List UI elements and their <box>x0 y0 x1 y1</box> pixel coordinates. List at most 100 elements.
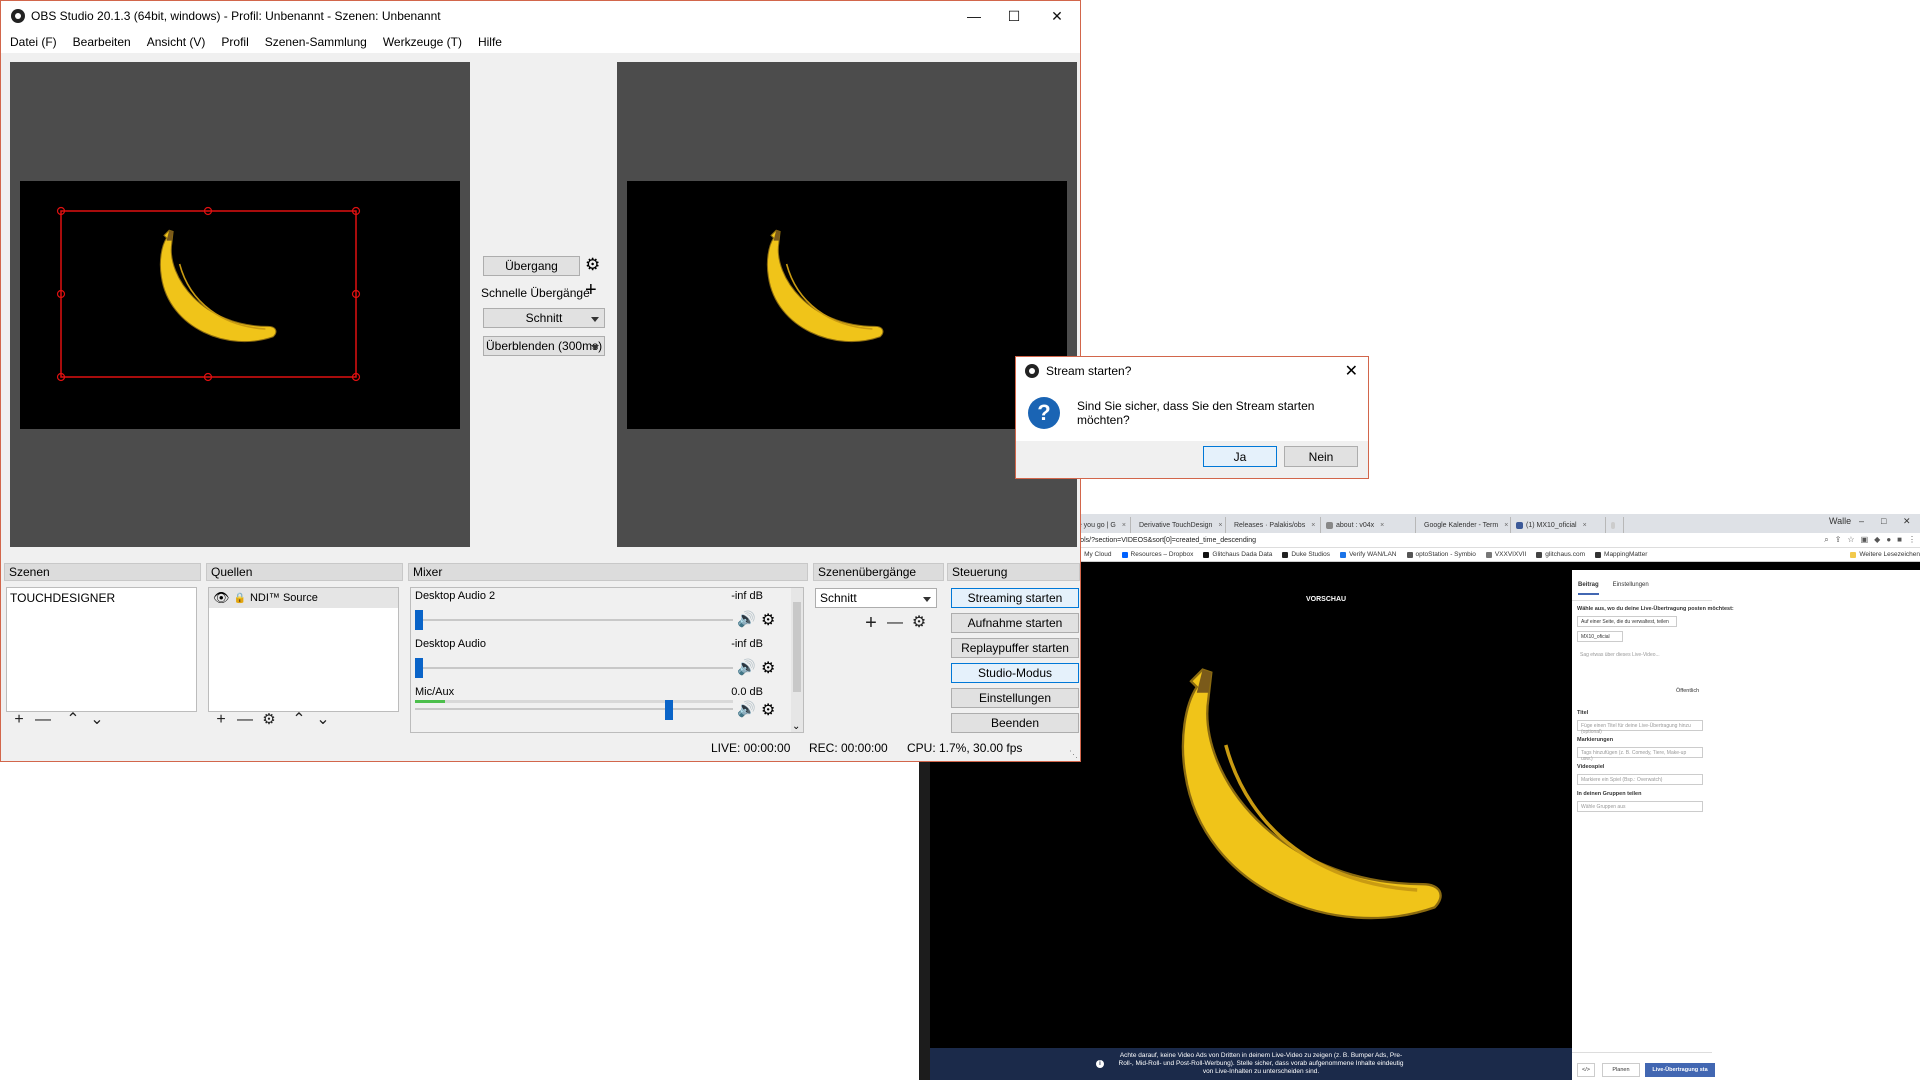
maximize-icon[interactable]: □ <box>1881 516 1886 526</box>
browser-tab[interactable]: (1) MX10_oficial × <box>1511 517 1606 533</box>
speaker-icon[interactable]: 🔊 <box>737 658 756 676</box>
close-tab-icon[interactable]: × <box>1311 522 1315 529</box>
menu-file[interactable]: Datei (F) <box>10 35 57 49</box>
star-icon[interactable]: ☆ <box>1847 535 1854 545</box>
start-recording-button[interactable]: Aufnahme starten <box>951 613 1079 633</box>
bookmark-item[interactable]: optoStation - Symbio <box>1406 551 1476 558</box>
tags-input[interactable]: Tags hinzufügen (z. B. Comedy, Tiere, Ma… <box>1577 747 1703 762</box>
menu-profile[interactable]: Profil <box>221 35 248 49</box>
chevron-down-icon[interactable]: ⌄ <box>315 712 331 728</box>
close-tab-icon[interactable]: × <box>1122 522 1126 529</box>
minimize-icon[interactable]: – <box>1859 516 1864 526</box>
start-replay-buffer-button[interactable]: Replaypuffer starten <box>951 638 1079 658</box>
close-tab-icon[interactable]: × <box>1380 522 1384 529</box>
volume-slider-handle[interactable] <box>665 700 673 720</box>
minus-icon[interactable]: — <box>237 712 253 728</box>
minus-icon[interactable]: — <box>35 712 51 728</box>
chevron-up-icon[interactable]: ⌃ <box>65 712 81 728</box>
lock-icon[interactable]: 🔒 <box>234 593 246 604</box>
scrollbar-thumb[interactable] <box>793 602 801 692</box>
menu-edit[interactable]: Bearbeiten <box>73 35 131 49</box>
title-input[interactable]: Füge einen Titel für deine Live-Übertrag… <box>1577 720 1703 735</box>
exit-button[interactable]: Beenden <box>951 713 1079 733</box>
cut-transition-select[interactable]: Schnitt <box>483 308 605 328</box>
yes-button[interactable]: Ja <box>1203 446 1277 467</box>
gear-icon[interactable]: ⚙ <box>261 712 277 728</box>
tab-post[interactable]: Beitrag <box>1578 582 1599 595</box>
bookmark-item[interactable]: MappingMatter <box>1595 551 1647 558</box>
gear-icon[interactable]: ⚙ <box>761 610 775 630</box>
plan-button[interactable]: Planen <box>1602 1063 1640 1077</box>
browser-profile-name[interactable]: Walle <box>1829 516 1851 526</box>
plus-icon[interactable]: + <box>863 613 879 633</box>
gear-icon[interactable]: ⚙ <box>585 255 600 275</box>
volume-slider-handle[interactable] <box>415 658 423 678</box>
volume-slider-track[interactable] <box>415 667 733 669</box>
volume-slider-track[interactable] <box>415 708 733 710</box>
no-button[interactable]: Nein <box>1284 446 1358 467</box>
bookmark-item[interactable]: Glitchaus Dada Data <box>1203 551 1272 558</box>
close-icon[interactable]: ✕ <box>1034 1 1080 31</box>
plus-icon[interactable]: + <box>11 712 27 728</box>
bookmark-item[interactable]: Weitere Lesezeichen <box>1850 551 1920 558</box>
list-item[interactable]: TOUCHDESIGNER <box>7 588 196 608</box>
scenes-list[interactable]: TOUCHDESIGNER <box>6 587 197 712</box>
close-tab-icon[interactable]: × <box>1504 522 1508 529</box>
mixer-scrollbar[interactable]: ⌄ <box>791 588 803 732</box>
where-select[interactable]: Auf einer Seite, die du verwaltest, teil… <box>1577 616 1677 627</box>
list-item[interactable]: 👁 🔒 NDI™ Source <box>209 588 398 608</box>
chevron-down-icon[interactable]: ⌄ <box>792 721 800 732</box>
volume-slider-handle[interactable] <box>415 610 423 630</box>
studio-mode-button[interactable]: Studio-Modus <box>951 663 1079 683</box>
plus-icon[interactable]: + <box>585 279 597 302</box>
menu-tools[interactable]: Werkzeuge (T) <box>383 35 462 49</box>
extension-icon[interactable]: ● <box>1886 535 1891 545</box>
extension-icon[interactable]: ■ <box>1897 535 1902 545</box>
say-something-input[interactable]: Sag etwas über dieses Live-Video... <box>1577 650 1703 672</box>
chevron-up-icon[interactable]: ⌃ <box>291 712 307 728</box>
search-icon[interactable]: ⌕ <box>1824 535 1828 545</box>
extension-icon[interactable]: ▣ <box>1861 535 1869 545</box>
menu-view[interactable]: Ansicht (V) <box>147 35 206 49</box>
scene-transition-select[interactable]: Schnitt <box>815 588 937 608</box>
eye-icon[interactable]: 👁 <box>213 590 230 606</box>
page-select[interactable]: MX10_oficial <box>1577 631 1623 642</box>
bookmark-item[interactable]: Resources – Dropbox <box>1121 551 1193 558</box>
menu-scene-collection[interactable]: Szenen-Sammlung <box>265 35 367 49</box>
sources-list[interactable]: 👁 🔒 NDI™ Source <box>208 587 399 712</box>
start-streaming-button[interactable]: Streaming starten <box>951 588 1079 608</box>
source-selection-box[interactable] <box>20 181 460 429</box>
gear-icon[interactable]: ⚙ <box>761 658 775 678</box>
minus-icon[interactable]: — <box>887 615 903 631</box>
plus-icon[interactable]: + <box>213 712 229 728</box>
bookmark-item[interactable]: VXXVIXVII <box>1485 551 1526 558</box>
browser-tab[interactable] <box>1606 517 1624 533</box>
browser-tab[interactable]: Releases · Palakis/obs × <box>1226 517 1321 533</box>
browser-tab[interactable]: about : v04x × <box>1321 517 1416 533</box>
close-tab-icon[interactable]: × <box>1583 522 1587 529</box>
close-icon[interactable]: ✕ <box>1345 361 1358 381</box>
bookmark-item[interactable]: glitchaus.com <box>1536 551 1585 558</box>
speaker-icon[interactable]: 🔊 <box>737 610 756 628</box>
tab-settings[interactable]: Einstellungen <box>1613 582 1649 595</box>
speaker-icon[interactable]: 🔊 <box>737 700 756 718</box>
gear-icon[interactable]: ⚙ <box>761 700 775 720</box>
share-icon[interactable]: ⇪ <box>1835 535 1842 545</box>
settings-button[interactable]: Einstellungen <box>951 688 1079 708</box>
close-icon[interactable]: ✕ <box>1903 516 1911 527</box>
game-input[interactable]: Markiere ein Spiel (Bsp.: Overwatch) <box>1577 774 1703 785</box>
browser-tab[interactable]: Derivative TouchDesign × <box>1131 517 1226 533</box>
gear-icon[interactable]: ⚙ <box>911 615 927 631</box>
go-live-button[interactable]: Live-Übertragung sta <box>1645 1063 1715 1077</box>
bookmark-item[interactable]: Duke Studios <box>1282 551 1330 558</box>
preview-area[interactable] <box>10 62 470 547</box>
fade-transition-select[interactable]: Überblenden (300ms) <box>483 336 605 356</box>
extension-icon[interactable]: ◆ <box>1874 535 1880 545</box>
close-tab-icon[interactable]: × <box>1218 522 1222 529</box>
transition-button[interactable]: Übergang <box>483 256 580 276</box>
maximize-icon[interactable]: ☐ <box>991 1 1037 31</box>
volume-slider-track[interactable] <box>415 619 733 621</box>
chevron-down-icon[interactable]: ⌄ <box>89 712 105 728</box>
menu-icon[interactable]: ⋮ <box>1908 535 1916 545</box>
privacy-label[interactable]: Öffentlich <box>1676 688 1699 694</box>
